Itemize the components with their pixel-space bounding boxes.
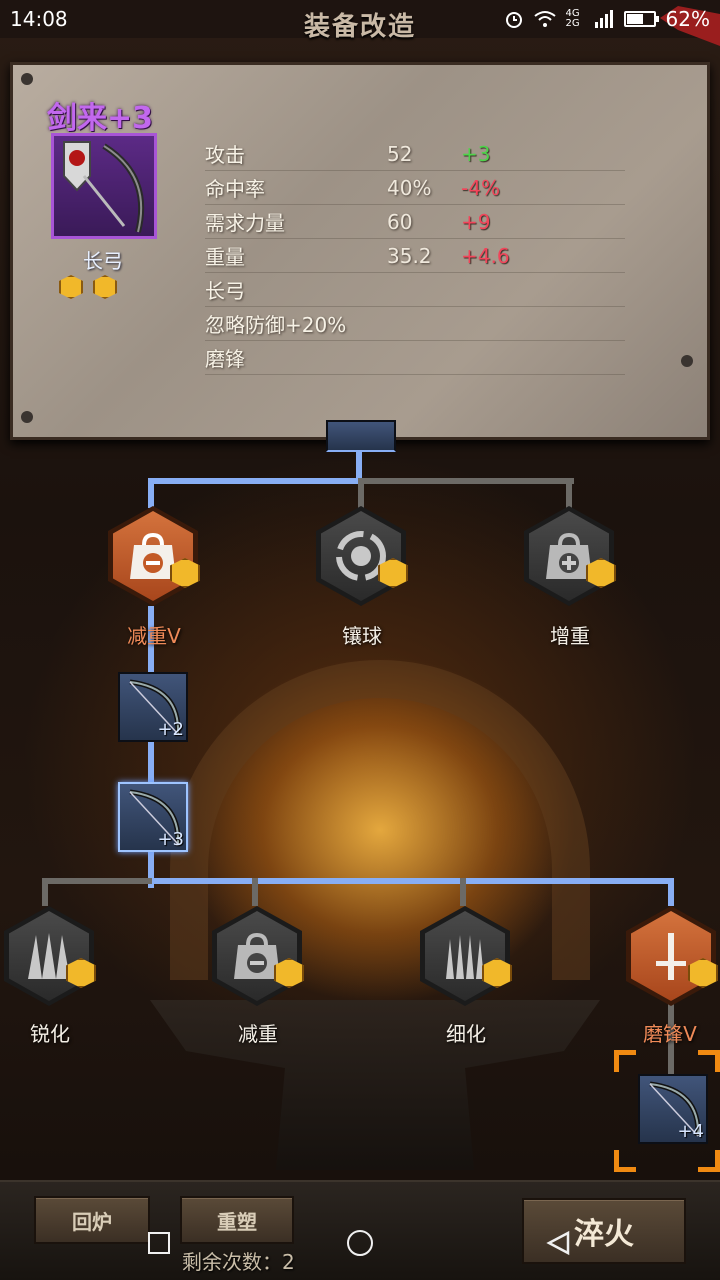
stat-label: 攻击	[205, 143, 245, 167]
trait-row: 忽略防御+20%	[205, 307, 625, 341]
upgrade-node-refine[interactable]	[420, 906, 512, 1006]
stat-value: 40%	[387, 175, 432, 200]
tree-connector	[460, 878, 466, 906]
trait-row: 长弓	[205, 273, 625, 307]
tree-connector	[42, 878, 48, 906]
card-level: +4	[677, 1121, 704, 1142]
back-icon[interactable]	[546, 1230, 572, 1256]
node-label: 锐化	[30, 1022, 70, 1046]
stat-delta: +3	[461, 141, 491, 166]
stats-table: 攻击 52 +3 命中率 40% -4% 需求力量 60 +9 重量 35.2 …	[205, 137, 625, 375]
gem-icon	[59, 275, 83, 299]
upgrade-node-weight-add[interactable]	[524, 506, 616, 606]
upgrade-node-weight-reduce[interactable]	[212, 906, 304, 1006]
signal-icon	[594, 10, 613, 28]
tree-connector	[148, 478, 362, 484]
stat-label: 重量	[205, 245, 245, 269]
trait-text: 长弓	[205, 279, 245, 303]
trait-text: 磨锋	[205, 347, 245, 371]
wifi-icon	[533, 11, 556, 27]
upgrade-node-weight-reduce-v[interactable]	[108, 506, 200, 606]
alarm-icon	[505, 12, 522, 28]
tree-connector	[152, 878, 674, 884]
panel-pin	[681, 355, 693, 367]
stat-delta: +4.6	[461, 243, 510, 268]
panel-pin	[21, 411, 33, 423]
stat-value: 52	[387, 141, 413, 166]
upgrade-node-sharpen[interactable]	[4, 906, 96, 1006]
trait-row: 磨锋	[205, 341, 625, 375]
bow-upgrade-card-selected[interactable]: +3	[118, 782, 188, 852]
node-label: 细化	[446, 1022, 486, 1046]
upgrade-node-socket[interactable]	[316, 506, 408, 606]
home-icon[interactable]	[347, 1230, 373, 1256]
tree-connector	[252, 878, 258, 906]
next-upgrade-slot[interactable]: +4	[614, 1050, 720, 1172]
network-type: 4G 2G	[565, 8, 580, 29]
item-type: 长弓	[83, 249, 123, 273]
stat-delta: +9	[461, 209, 491, 234]
upgrade-node-hone-v[interactable]	[626, 906, 718, 1006]
stat-row: 命中率 40% -4%	[205, 171, 625, 205]
stat-label: 需求力量	[205, 211, 285, 235]
stat-value: 60	[387, 209, 413, 234]
bow-upgrade-card[interactable]: +4	[638, 1074, 708, 1144]
stat-row: 攻击 52 +3	[205, 137, 625, 171]
item-gem-slots	[59, 275, 117, 299]
battery-icon	[623, 11, 659, 27]
card-level: +2	[157, 719, 184, 740]
node-label: 减重V	[127, 624, 181, 648]
panel-pin	[21, 73, 33, 85]
bow-upgrade-card[interactable]: +2	[118, 672, 188, 742]
stat-row: 需求力量 60 +9	[205, 205, 625, 239]
remaining-count: 剩余次数：2	[182, 1250, 295, 1274]
node-label: 镶球	[342, 624, 382, 648]
item-info-panel: 剑来+3 长弓 攻击 52 +3 命中率 40% -4% 需求力量 60 +9	[10, 62, 710, 440]
item-portrait[interactable]	[51, 133, 157, 239]
previous-tier-card	[326, 420, 396, 452]
card-level: +3	[157, 829, 184, 850]
stat-row: 重量 35.2 +4.6	[205, 239, 625, 273]
item-name: 剑来+3	[47, 101, 154, 136]
recycle-button[interactable]: 回炉	[34, 1196, 150, 1244]
battery-percent: 62%	[665, 7, 710, 31]
stat-delta: -4%	[461, 175, 500, 200]
tree-connector	[148, 478, 154, 508]
status-icons: 4G 2G 62%	[504, 7, 710, 31]
status-bar: 14:08 装备改造 4G 2G 62%	[0, 0, 720, 46]
node-label: 增重	[550, 624, 590, 648]
stat-value: 35.2	[387, 243, 432, 268]
longbow-icon	[63, 141, 145, 233]
tree-connector	[42, 878, 152, 884]
gem-icon	[93, 275, 117, 299]
trait-text: 忽略防御+20%	[205, 313, 347, 337]
node-label: 磨锋V	[643, 1022, 697, 1046]
node-label: 减重	[238, 1022, 278, 1046]
tree-connector	[362, 478, 574, 484]
stat-label: 命中率	[205, 177, 265, 201]
reshape-button[interactable]: 重塑	[180, 1196, 294, 1244]
tree-connector	[668, 878, 674, 906]
recent-apps-icon[interactable]	[148, 1232, 170, 1254]
tree-connector	[566, 478, 572, 508]
tree-connector	[358, 478, 364, 508]
